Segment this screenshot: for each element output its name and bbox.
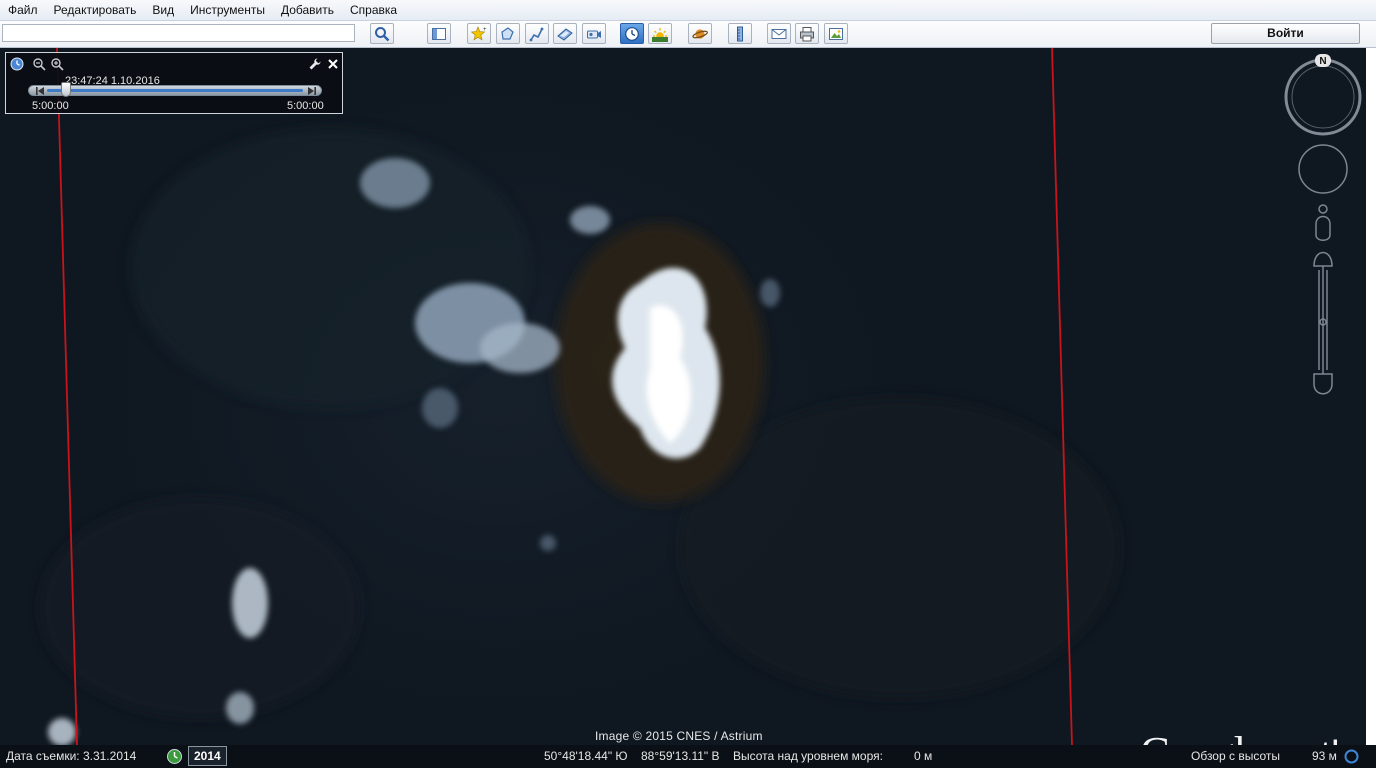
clock-icon[interactable] bbox=[10, 57, 24, 71]
menu-help[interactable]: Справка bbox=[342, 0, 405, 20]
eye-altitude-label: Обзор с высоты bbox=[1191, 749, 1280, 763]
pushpin-star-icon: + bbox=[471, 25, 487, 40]
menu-bar: Файл Редактировать Вид Инструменты Добав… bbox=[0, 0, 1376, 21]
menu-add[interactable]: Добавить bbox=[273, 0, 342, 20]
record-tour-button[interactable] bbox=[582, 23, 606, 44]
planet-icon bbox=[692, 28, 708, 39]
svg-text:+: + bbox=[483, 27, 487, 33]
menu-tools[interactable]: Инструменты bbox=[182, 0, 273, 20]
time-slider-track[interactable] bbox=[28, 82, 322, 97]
camera-icon bbox=[587, 30, 601, 38]
slider-start-time: 5:00:00 bbox=[32, 100, 69, 112]
sunrise-icon bbox=[652, 27, 668, 42]
ruler-icon bbox=[737, 26, 743, 41]
streaming-progress-icon bbox=[1344, 749, 1359, 764]
menu-view[interactable]: Вид bbox=[144, 0, 182, 20]
print-button[interactable] bbox=[795, 23, 819, 44]
time-slider-fill bbox=[47, 89, 303, 92]
zoom-slider[interactable] bbox=[1313, 251, 1333, 395]
logo-google-text: Google bbox=[1140, 728, 1265, 745]
search-input[interactable] bbox=[2, 24, 355, 42]
ruler-button[interactable] bbox=[728, 23, 752, 44]
skip-back-icon[interactable] bbox=[36, 87, 44, 95]
save-image-icon bbox=[829, 27, 843, 40]
email-button[interactable] bbox=[767, 23, 791, 44]
imagery-year-badge[interactable]: 2014 bbox=[188, 746, 227, 766]
sidebar-icon bbox=[432, 27, 446, 40]
navigation-controls: N bbox=[1280, 52, 1366, 402]
status-bar: Дата съемки: 3.31.2014 2014 50°48'18.44"… bbox=[0, 745, 1376, 768]
street-view-pegman-icon[interactable] bbox=[1315, 204, 1331, 241]
menu-edit[interactable]: Редактировать bbox=[46, 0, 145, 20]
eye-altitude-value: 93 м bbox=[1312, 749, 1337, 763]
zoom-out-time-icon[interactable] bbox=[32, 57, 46, 71]
historical-clock-icon[interactable] bbox=[166, 748, 183, 765]
path-icon bbox=[529, 27, 544, 41]
historical-imagery-slider: 23:47:24 1.10.2016 5:00:00 5:00:00 bbox=[5, 52, 343, 114]
longitude-readout: 88°59'13.11" В bbox=[641, 749, 720, 763]
add-path-button[interactable] bbox=[525, 23, 549, 44]
skip-forward-icon[interactable] bbox=[308, 87, 316, 95]
latitude-readout: 50°48'18.44" Ю bbox=[544, 749, 628, 763]
add-polygon-button[interactable] bbox=[496, 23, 520, 44]
window-edge bbox=[1366, 48, 1376, 745]
wrench-settings-icon[interactable] bbox=[308, 57, 322, 71]
zoom-in-time-icon[interactable] bbox=[50, 57, 64, 71]
menu-file[interactable]: Файл bbox=[0, 0, 46, 20]
magnifier-icon bbox=[375, 26, 390, 41]
save-image-button[interactable] bbox=[824, 23, 848, 44]
overlay-icon bbox=[557, 27, 573, 41]
polygon-icon bbox=[501, 26, 514, 40]
login-button[interactable]: Войти bbox=[1211, 23, 1360, 44]
search-button[interactable] bbox=[370, 23, 394, 44]
look-joystick[interactable] bbox=[1298, 144, 1348, 194]
sidebar-toggle-button[interactable] bbox=[427, 23, 451, 44]
clock-icon bbox=[625, 26, 639, 41]
imagery-attribution: Image © 2015 CNES / Astrium bbox=[595, 729, 763, 743]
satellite-imagery bbox=[40, 48, 1120, 745]
historical-imagery-button[interactable] bbox=[620, 23, 644, 44]
image-overlay-button[interactable] bbox=[553, 23, 577, 44]
time-slider-handle[interactable] bbox=[60, 82, 71, 97]
google-earth-logo: Googleearth bbox=[1140, 728, 1352, 745]
sunlight-button[interactable] bbox=[648, 23, 672, 44]
elevation-value: 0 м bbox=[914, 749, 933, 763]
compass-ring[interactable]: N bbox=[1284, 54, 1362, 136]
navigation-controls-art: N bbox=[1284, 54, 1362, 395]
elevation-label: Высота над уровнем моря: bbox=[733, 749, 883, 763]
printer-icon bbox=[800, 26, 814, 41]
logo-earth-text: earth bbox=[1266, 734, 1353, 745]
compass-north-label: N bbox=[1319, 56, 1326, 67]
close-icon[interactable] bbox=[326, 57, 340, 71]
map-view[interactable]: Image © 2015 CNES / Astrium Googleearth bbox=[0, 48, 1366, 745]
planets-button[interactable] bbox=[688, 23, 712, 44]
toolbar: + Войти bbox=[0, 21, 1376, 48]
slider-end-time: 5:00:00 bbox=[287, 100, 324, 112]
add-placemark-button[interactable]: + bbox=[467, 23, 491, 44]
envelope-icon bbox=[771, 28, 787, 39]
capture-date: Дата съемки: 3.31.2014 bbox=[6, 749, 137, 763]
